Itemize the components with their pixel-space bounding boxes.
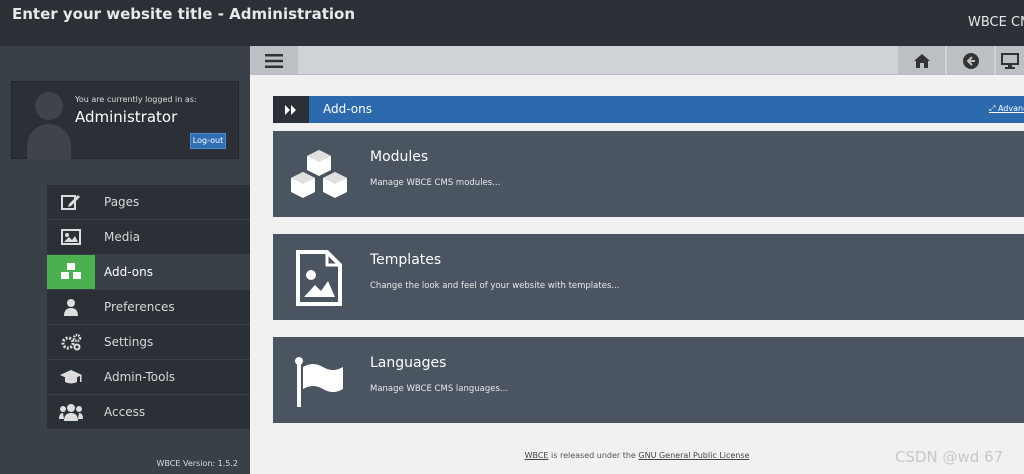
home-icon [913,53,930,68]
sidebar-item-label: Add-ons [104,265,153,279]
brand-name: WBCE CMS [968,15,1024,30]
sidebar-item-admin-tools[interactable]: Admin-Tools [47,360,250,395]
main-content: Add-ons ⤢ Advanced Modules Manage WBCE C… [250,76,1024,474]
logged-in-text: You are currently logged in as: [75,95,197,104]
sidebar-item-label: Settings [104,335,154,349]
section-title: Add-ons [323,102,372,116]
user-icon [47,290,95,324]
flag-icon [279,345,359,417]
card-title: Templates [370,252,442,268]
advanced-link[interactable]: ⤢ Advanced [989,104,1024,114]
wbce-link[interactable]: WBCE [525,451,549,460]
cubes-icon [47,255,95,289]
sidebar-item-preferences[interactable]: Preferences [47,290,250,325]
section-header: Add-ons ⤢ Advanced [273,96,1024,123]
card-description: Change the look and feel of your website… [370,281,620,291]
site-title: Enter your website title - Administratio… [12,5,355,23]
footer-text: is released under the [551,451,636,460]
frontend-button[interactable] [995,46,1024,75]
menu-toggle-button[interactable] [250,46,298,75]
menu-icon [265,53,283,68]
cubes-icon [279,139,359,211]
card-description: Manage WBCE CMS modules... [370,178,501,188]
card-title: Modules [370,149,429,165]
toolbar [250,46,1024,75]
card-title: Languages [370,355,447,371]
edit-icon [47,185,95,219]
card-modules[interactable]: Modules Manage WBCE CMS modules... [273,131,1024,217]
logout-button[interactable]: Log-out [190,133,226,149]
back-icon [962,52,979,69]
sidebar-item-addons[interactable]: Add-ons [47,255,250,290]
user-panel: You are currently logged in as: Administ… [11,81,239,160]
version-label: WBCE Version: 1.5.2 [156,459,238,468]
advanced-link-label: Advanced [997,104,1024,113]
desktop-icon [1001,52,1019,69]
sidebar-item-label: Preferences [104,300,175,314]
card-description: Manage WBCE CMS languages... [370,384,509,394]
top-header: Enter your website title - Administratio… [0,0,1024,46]
sidebar-item-pages[interactable]: Pages [47,185,250,220]
watermark: CSDN @wd 67 [895,448,1004,466]
avatar [25,90,73,160]
graduation-cap-icon [47,360,95,394]
sidebar-item-label: Admin-Tools [104,370,176,384]
back-button[interactable] [946,46,994,75]
home-button[interactable] [897,46,945,75]
username: Administrator [75,108,178,126]
license-link[interactable]: GNU General Public License [638,451,749,460]
image-icon [47,220,95,254]
users-icon [47,395,95,429]
gears-icon [47,325,95,359]
sidebar-item-label: Media [104,230,141,244]
sidebar-item-settings[interactable]: Settings [47,325,250,360]
double-chevron-right-icon [273,96,309,123]
sidebar-item-label: Access [104,405,146,419]
card-languages[interactable]: Languages Manage WBCE CMS languages... [273,337,1024,423]
sidebar-item-label: Pages [104,195,140,209]
sidebar: You are currently logged in as: Administ… [0,46,250,474]
sidebar-item-media[interactable]: Media [47,220,250,255]
expand-icon: ⤢ [989,104,996,113]
card-templates[interactable]: Templates Change the look and feel of yo… [273,234,1024,320]
file-image-icon [279,242,359,314]
sidebar-menu: Pages Media Add-ons Preferences Settings [47,185,250,430]
sidebar-item-access[interactable]: Access [47,395,250,430]
